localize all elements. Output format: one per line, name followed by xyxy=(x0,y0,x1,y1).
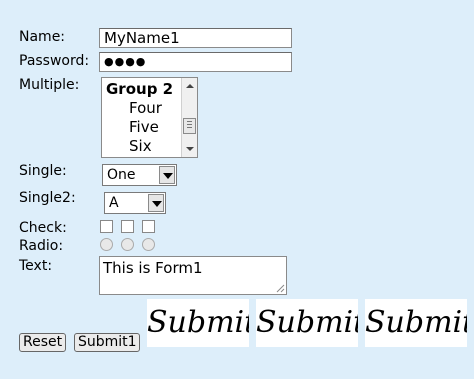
radio-3[interactable] xyxy=(142,238,155,251)
dropdown-arrow-icon[interactable] xyxy=(159,166,175,184)
single2-label: Single2: xyxy=(19,190,76,206)
multiple-scrollbar[interactable] xyxy=(181,78,197,157)
reset-button[interactable]: Reset xyxy=(19,333,66,352)
check-label: Check: xyxy=(19,220,67,236)
single2-select[interactable]: A xyxy=(104,192,166,214)
submit1-button[interactable]: Submit1 xyxy=(74,333,140,352)
password-label: Password: xyxy=(19,53,90,69)
radio-1[interactable] xyxy=(100,238,113,251)
option-six[interactable]: Six xyxy=(129,137,152,156)
checkbox-2[interactable] xyxy=(121,220,134,233)
multiple-label: Multiple: xyxy=(19,77,80,93)
text-area[interactable]: This is Form1 xyxy=(99,256,287,295)
scroll-up-icon[interactable] xyxy=(186,84,194,88)
scroll-down-icon[interactable] xyxy=(186,147,194,151)
radio-2[interactable] xyxy=(121,238,134,251)
radio-label: Radio: xyxy=(19,238,64,254)
single-select-value: One xyxy=(107,167,136,183)
option-four[interactable]: Four xyxy=(129,99,162,118)
single2-select-value: A xyxy=(109,195,119,211)
single-select[interactable]: One xyxy=(102,164,177,186)
optgroup-label: Group 2 xyxy=(106,80,174,98)
option-five[interactable]: Five xyxy=(129,118,159,137)
image-submit-button-1[interactable]: Submit xyxy=(147,299,249,347)
text-label: Text: xyxy=(19,258,53,274)
resize-grip-icon[interactable] xyxy=(276,284,285,293)
dropdown-arrow-icon[interactable] xyxy=(148,194,164,212)
checkbox-3[interactable] xyxy=(142,220,155,233)
scroll-thumb[interactable] xyxy=(183,118,196,134)
image-submit-button-3[interactable]: Submit xyxy=(365,299,467,347)
password-input[interactable]: ●●●● xyxy=(99,52,292,72)
name-input[interactable]: MyName1 xyxy=(99,28,292,48)
name-label: Name: xyxy=(19,29,66,45)
image-submit-button-2[interactable]: Submit xyxy=(256,299,358,347)
text-area-value: This is Form1 xyxy=(103,259,203,277)
multiple-select[interactable]: Group 2 Four Five Six xyxy=(101,77,198,158)
single-label: Single: xyxy=(19,163,67,179)
checkbox-1[interactable] xyxy=(100,220,113,233)
